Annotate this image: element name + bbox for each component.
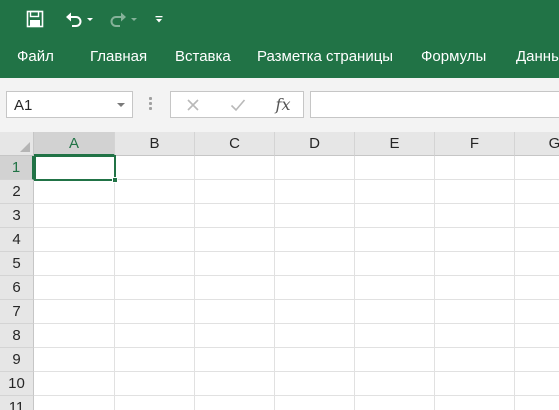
tab-formulas[interactable]: Формулы: [421, 38, 486, 78]
fx-icon: fx: [275, 95, 291, 114]
row-header-9[interactable]: 9: [0, 348, 34, 372]
formula-buttons: fx: [170, 91, 304, 118]
worksheet-grid[interactable]: A B C D E F G 1 2 3 4 5 6 7 8 9 10 11: [0, 132, 559, 410]
select-all-triangle-icon: [20, 142, 30, 152]
row-header-10[interactable]: 10: [0, 372, 34, 396]
row-header-5[interactable]: 5: [0, 252, 34, 276]
checkmark-icon: [230, 98, 246, 111]
customize-toolbar-icon: [155, 16, 163, 23]
tab-page-layout[interactable]: Разметка страницы: [257, 38, 393, 78]
column-header-a[interactable]: A: [34, 132, 115, 156]
redo-dropdown-caret-icon[interactable]: [131, 17, 137, 21]
redo-button[interactable]: [104, 6, 142, 32]
column-header-g[interactable]: G: [515, 132, 559, 156]
row-header-11[interactable]: 11: [0, 396, 34, 410]
undo-icon: [66, 12, 82, 27]
quick-access-toolbar: [0, 0, 559, 38]
undo-dropdown-caret-icon[interactable]: [87, 17, 93, 21]
formula-bar: A1 fx: [0, 78, 559, 132]
row-header-1[interactable]: 1: [0, 156, 34, 180]
tab-data[interactable]: Данны: [516, 38, 559, 78]
tab-insert[interactable]: Вставка: [175, 38, 231, 78]
floppy-disk-icon: [26, 10, 44, 28]
formula-bar-grip-icon[interactable]: [149, 97, 152, 111]
fill-handle[interactable]: [112, 177, 118, 183]
ribbon-tabs: Файл Главная Вставка Разметка страницы Ф…: [0, 38, 559, 78]
column-header-d[interactable]: D: [275, 132, 355, 156]
column-header-c[interactable]: C: [195, 132, 275, 156]
column-header-b[interactable]: B: [115, 132, 195, 156]
redo-icon: [110, 12, 126, 27]
tab-file[interactable]: Файл: [17, 38, 54, 78]
formula-input[interactable]: [310, 91, 559, 118]
active-cell-a1[interactable]: [34, 155, 116, 181]
customize-toolbar-button[interactable]: [150, 6, 168, 32]
cancel-x-icon: [187, 98, 199, 111]
tab-home[interactable]: Главная: [90, 38, 147, 78]
row-header-7[interactable]: 7: [0, 300, 34, 324]
cancel-button[interactable]: [173, 92, 213, 117]
column-header-f[interactable]: F: [435, 132, 515, 156]
column-header-e[interactable]: E: [355, 132, 435, 156]
select-all-corner[interactable]: [0, 132, 34, 156]
row-header-2[interactable]: 2: [0, 180, 34, 204]
enter-button[interactable]: [218, 92, 258, 117]
name-box-value: A1: [14, 97, 33, 114]
row-header-4[interactable]: 4: [0, 228, 34, 252]
insert-function-button[interactable]: fx: [263, 92, 303, 117]
name-box[interactable]: A1: [6, 91, 133, 118]
save-button[interactable]: [22, 6, 48, 32]
row-header-8[interactable]: 8: [0, 324, 34, 348]
undo-button[interactable]: [60, 6, 98, 32]
row-header-6[interactable]: 6: [0, 276, 34, 300]
row-header-3[interactable]: 3: [0, 204, 34, 228]
name-box-dropdown-icon[interactable]: [117, 103, 125, 107]
